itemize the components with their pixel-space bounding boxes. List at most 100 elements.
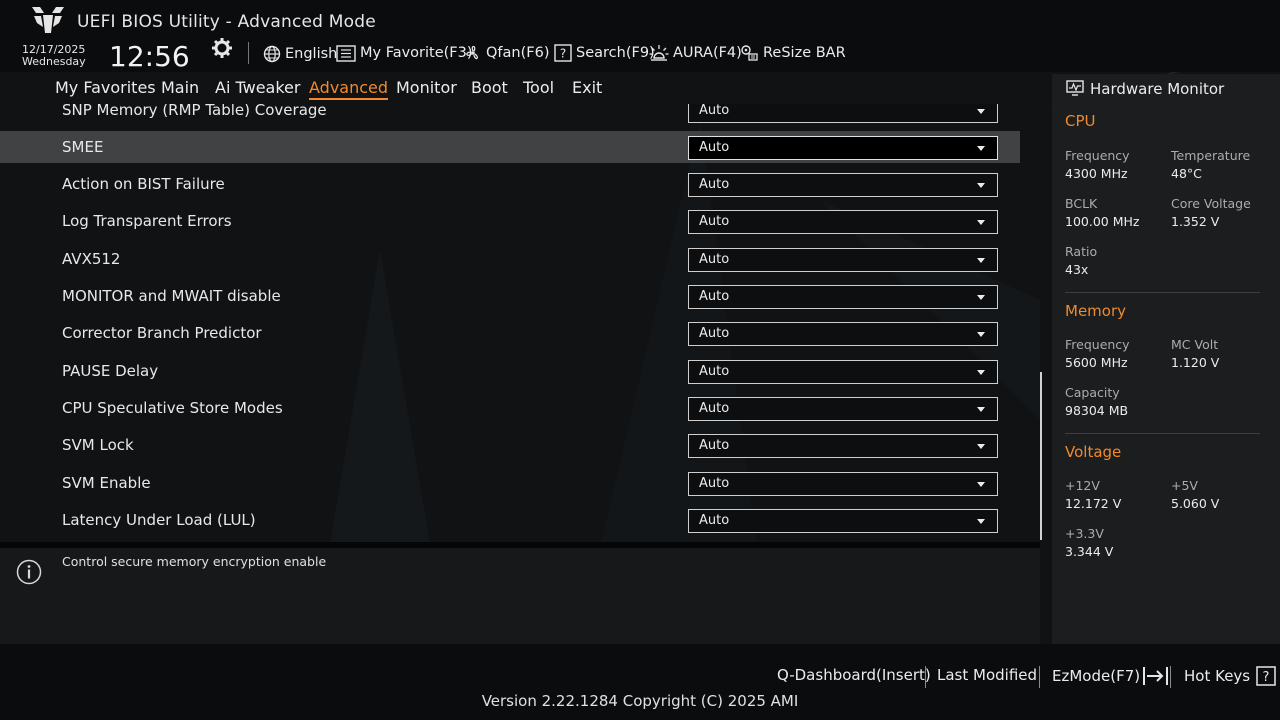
hot-keys-button[interactable]: Hot Keys ? bbox=[1184, 666, 1276, 686]
v12-label: +12V bbox=[1065, 478, 1100, 493]
dropdown-value: Auto bbox=[699, 104, 730, 118]
setting-row-log-transparent-errors[interactable]: Log Transparent Errors Auto bbox=[0, 205, 1020, 237]
setting-label: MONITOR and MWAIT disable bbox=[62, 287, 281, 305]
setting-row-smee[interactable]: SMEE Auto bbox=[0, 131, 1020, 163]
setting-dropdown[interactable]: Auto bbox=[688, 397, 998, 421]
setting-row-svm-lock[interactable]: SVM Lock Auto bbox=[0, 429, 1020, 461]
tab-ai-tweaker[interactable]: Ai Tweaker bbox=[215, 78, 300, 97]
setting-dropdown[interactable]: Auto bbox=[688, 173, 998, 197]
caret-down-icon bbox=[977, 258, 985, 263]
setting-row-bist-failure[interactable]: Action on BIST Failure Auto bbox=[0, 168, 1020, 200]
resize-bar-icon bbox=[741, 45, 758, 61]
setting-label: CPU Speculative Store Modes bbox=[62, 399, 283, 417]
q-dashboard-button[interactable]: Q-Dashboard(Insert) bbox=[777, 666, 931, 684]
dropdown-value: Auto bbox=[699, 289, 730, 304]
tab-my-favorites[interactable]: My Favorites bbox=[55, 78, 156, 97]
setting-label: Log Transparent Errors bbox=[62, 212, 232, 230]
resize-bar-label: ReSize BAR bbox=[763, 45, 846, 61]
capacity-label: Capacity bbox=[1065, 385, 1120, 400]
setting-dropdown[interactable]: Auto bbox=[688, 509, 998, 533]
setting-row-corrector-branch-predictor[interactable]: Corrector Branch Predictor Auto bbox=[0, 317, 1020, 349]
dropdown-value: Auto bbox=[699, 438, 730, 453]
caret-down-icon bbox=[977, 146, 985, 151]
help-description: Control secure memory encryption enable bbox=[62, 554, 327, 569]
setting-dropdown[interactable]: Auto bbox=[688, 472, 998, 496]
dropdown-value: Auto bbox=[699, 401, 730, 416]
tab-boot[interactable]: Boot bbox=[471, 78, 508, 97]
setting-dropdown[interactable]: Auto bbox=[688, 434, 998, 458]
language-button[interactable]: English bbox=[263, 45, 337, 63]
dropdown-value: Auto bbox=[699, 476, 730, 491]
ratio-value: 43x bbox=[1065, 262, 1089, 277]
bottom-bar: Q-Dashboard(Insert) Last Modified EzMode… bbox=[0, 644, 1280, 720]
hardware-monitor-title: Hardware Monitor bbox=[1090, 80, 1225, 98]
svg-text:?: ? bbox=[1263, 670, 1270, 685]
ez-mode-button[interactable]: EzMode(F7) bbox=[1052, 666, 1170, 686]
weekday-text: Wednesday bbox=[22, 55, 86, 68]
caret-down-icon bbox=[977, 109, 985, 114]
cpu-frequency-label: Frequency bbox=[1065, 148, 1130, 163]
setting-dropdown[interactable]: Auto bbox=[688, 210, 998, 234]
setting-label: Latency Under Load (LUL) bbox=[62, 511, 256, 529]
resize-bar-button[interactable]: ReSize BAR bbox=[740, 44, 846, 62]
voltage-heading: Voltage bbox=[1065, 443, 1122, 461]
setting-dropdown[interactable]: Auto bbox=[688, 322, 998, 346]
ez-mode-label: EzMode(F7) bbox=[1052, 667, 1141, 685]
exit-to-ezmode-icon bbox=[1143, 667, 1169, 685]
tab-main[interactable]: Main bbox=[161, 78, 199, 97]
caret-down-icon bbox=[977, 519, 985, 524]
qfan-button[interactable]: Qfan(F6) bbox=[464, 44, 549, 62]
search-button[interactable]: ? Search(F9) bbox=[554, 44, 655, 62]
cpu-frequency-value: 4300 MHz bbox=[1065, 166, 1128, 181]
setting-dropdown[interactable]: Auto bbox=[688, 360, 998, 384]
setting-row-avx512[interactable]: AVX512 Auto bbox=[0, 243, 1020, 275]
setting-label: AVX512 bbox=[62, 250, 121, 268]
setting-label: SVM Enable bbox=[62, 474, 151, 492]
hardware-monitor-panel: Hardware Monitor CPU Frequency 4300 MHz … bbox=[1052, 74, 1280, 644]
setting-label: SNP Memory (RMP Table) Coverage bbox=[62, 104, 327, 119]
setting-row-monitor-mwait[interactable]: MONITOR and MWAIT disable Auto bbox=[0, 280, 1020, 312]
setting-row-latency-under-load[interactable]: Latency Under Load (LUL) Auto bbox=[0, 504, 1020, 536]
setting-dropdown[interactable]: Auto bbox=[688, 285, 998, 309]
list-scrollbar[interactable] bbox=[1040, 372, 1042, 540]
v33-value: 3.344 V bbox=[1065, 544, 1114, 559]
setting-row-snp-memory[interactable]: SNP Memory (RMP Table) Coverage Auto bbox=[0, 104, 1020, 126]
setting-dropdown[interactable]: Auto bbox=[688, 248, 998, 272]
mc-volt-label: MC Volt bbox=[1171, 337, 1219, 352]
memory-frequency-value: 5600 MHz bbox=[1065, 355, 1128, 370]
setting-row-cpu-speculative-store[interactable]: CPU Speculative Store Modes Auto bbox=[0, 392, 1020, 424]
memory-frequency-label: Frequency bbox=[1065, 337, 1130, 352]
footer-divider bbox=[925, 666, 926, 688]
setting-dropdown[interactable]: Auto bbox=[688, 136, 998, 160]
info-icon bbox=[16, 559, 42, 585]
aura-light-icon bbox=[649, 45, 669, 61]
toolbar-divider bbox=[248, 42, 249, 64]
tuf-logo-icon bbox=[32, 7, 64, 33]
footer-divider bbox=[1039, 666, 1040, 688]
monitor-icon bbox=[1066, 80, 1084, 96]
question-mark-icon: ? bbox=[1256, 666, 1276, 686]
gear-icon[interactable] bbox=[212, 38, 232, 58]
last-modified-button[interactable]: Last Modified bbox=[937, 666, 1037, 684]
qfan-label: Qfan(F6) bbox=[486, 45, 550, 61]
v5-value: 5.060 V bbox=[1171, 496, 1220, 511]
setting-dropdown[interactable]: Auto bbox=[688, 104, 998, 123]
caret-down-icon bbox=[977, 407, 985, 412]
aura-button[interactable]: AURA(F4) bbox=[649, 44, 742, 62]
caret-down-icon bbox=[977, 370, 985, 375]
language-label: English bbox=[285, 46, 338, 62]
tab-monitor[interactable]: Monitor bbox=[396, 78, 457, 97]
dropdown-value: Auto bbox=[699, 252, 730, 267]
hw-divider bbox=[1065, 292, 1260, 293]
tab-tool[interactable]: Tool bbox=[523, 78, 554, 97]
caret-down-icon bbox=[977, 332, 985, 337]
setting-row-pause-delay[interactable]: PAUSE Delay Auto bbox=[0, 355, 1020, 387]
aura-label: AURA(F4) bbox=[673, 45, 742, 61]
setting-row-svm-enable[interactable]: SVM Enable Auto bbox=[0, 467, 1020, 499]
my-favorite-button[interactable]: My Favorite(F3) bbox=[336, 44, 473, 62]
tab-advanced[interactable]: Advanced bbox=[309, 78, 389, 100]
tab-exit[interactable]: Exit bbox=[572, 78, 602, 97]
settings-list: SNP Memory (RMP Table) Coverage Auto SME… bbox=[0, 104, 1040, 542]
search-label: Search(F9) bbox=[576, 45, 655, 61]
ratio-label: Ratio bbox=[1065, 244, 1098, 259]
